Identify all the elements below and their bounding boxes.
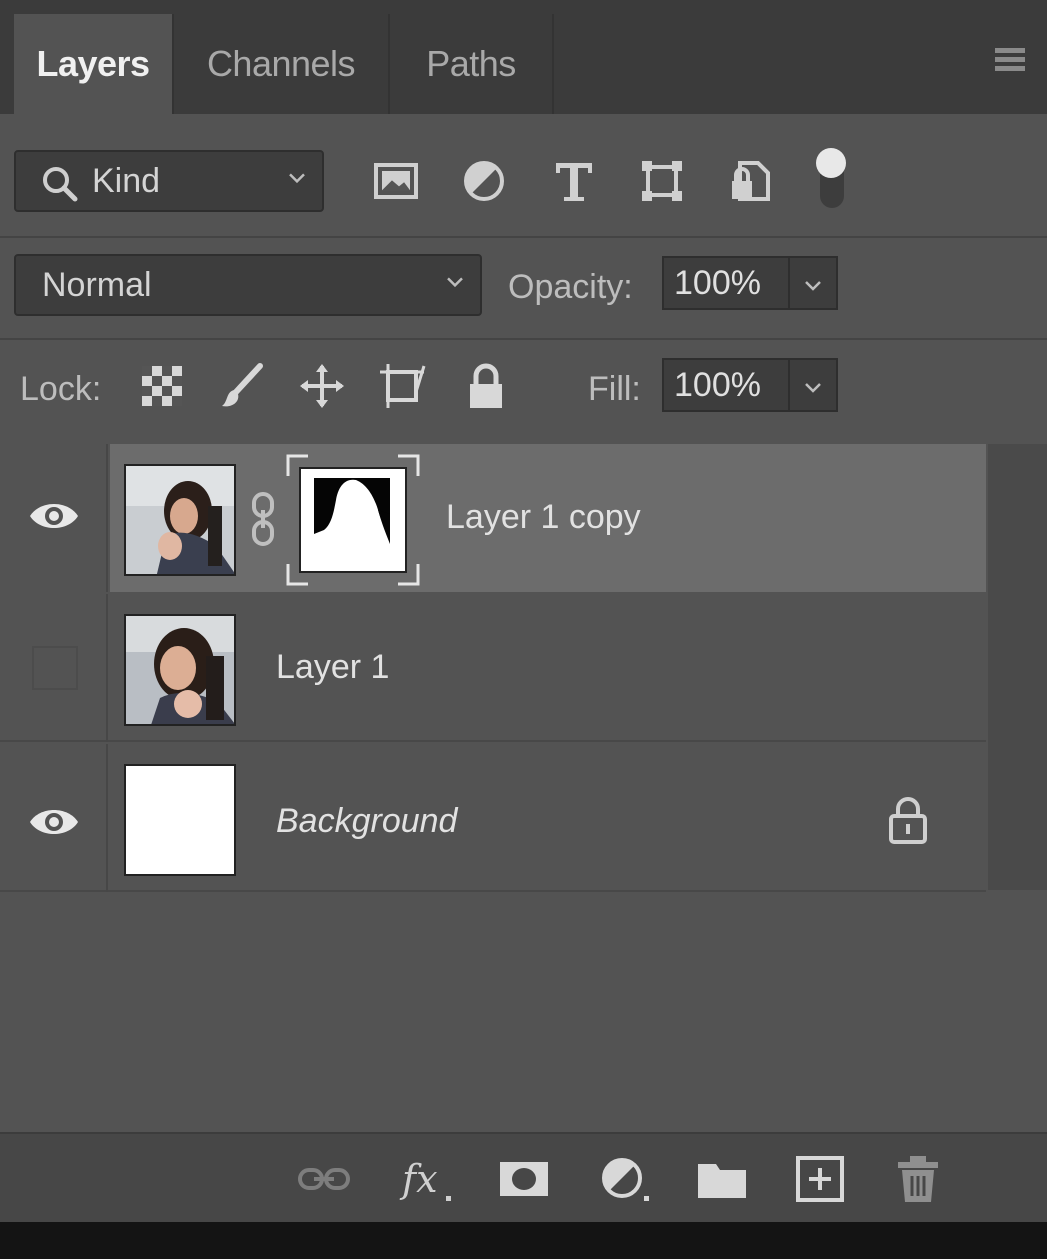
layer-row-body[interactable]: Background <box>110 744 986 892</box>
layer-row-background[interactable]: Background <box>0 744 986 892</box>
layer-thumbnail <box>124 764 236 876</box>
add-mask-icon[interactable] <box>496 1154 552 1204</box>
layers-panel: Layers Channels Paths Kind Normal Opacit… <box>0 0 1047 1222</box>
layer-name[interactable]: Layer 1 <box>276 648 389 687</box>
layer-mask-thumbnail[interactable] <box>286 454 420 586</box>
visibility-toggle[interactable] <box>0 594 108 742</box>
opacity-dropdown-button[interactable] <box>790 256 838 310</box>
fill-label: Fill: <box>588 370 641 408</box>
lock-position-icon[interactable] <box>298 362 346 410</box>
shape-filter-icon[interactable] <box>638 157 686 205</box>
layers-scroll-gutter[interactable] <box>988 444 1047 890</box>
type-filter-icon[interactable] <box>550 157 598 205</box>
layer-name[interactable]: Background <box>276 802 457 841</box>
status-bar <box>0 1222 1047 1259</box>
layer-row-layer-1-copy[interactable]: Layer 1 copy <box>0 444 986 592</box>
new-group-icon[interactable] <box>694 1154 750 1204</box>
lock-image-pixels-icon[interactable] <box>218 362 266 410</box>
new-layer-icon[interactable] <box>792 1154 848 1204</box>
svg-text:fx: fx <box>399 1157 438 1201</box>
visibility-off-box <box>32 646 78 690</box>
fill-dropdown-button[interactable] <box>790 358 838 412</box>
filter-kind-dropdown[interactable]: Kind <box>14 150 324 212</box>
chevron-down-icon <box>805 281 821 291</box>
tab-paths[interactable]: Paths <box>388 14 554 114</box>
eye-icon <box>30 810 78 834</box>
image-filter-icon[interactable] <box>372 157 420 205</box>
divider <box>0 236 1047 238</box>
adjustment-filter-icon[interactable] <box>460 157 508 205</box>
layer-row-body[interactable]: Layer 1 copy <box>110 444 986 592</box>
link-icon[interactable] <box>248 490 278 548</box>
opacity-label: Opacity: <box>508 268 633 306</box>
layer-thumbnail <box>124 464 236 576</box>
fill-input[interactable]: 100% <box>662 358 790 412</box>
lock-icon[interactable] <box>886 796 930 844</box>
search-icon <box>43 167 78 202</box>
lock-all-icon[interactable] <box>462 362 510 410</box>
eye-icon <box>30 504 78 528</box>
lock-artboard-icon[interactable] <box>378 362 426 410</box>
layer-name[interactable]: Layer 1 copy <box>446 498 641 537</box>
smart-object-filter-icon[interactable] <box>726 157 774 205</box>
tab-bar: Layers Channels Paths <box>0 0 1047 114</box>
layer-row-body[interactable]: Layer 1 <box>110 594 986 742</box>
layer-thumbnail <box>124 614 236 726</box>
chevron-down-icon <box>805 383 821 393</box>
panel-menu-icon[interactable] <box>995 48 1025 74</box>
tab-channels[interactable]: Channels <box>172 14 388 114</box>
filter-kind-label: Kind <box>92 161 161 200</box>
filter-toggle-icon[interactable] <box>814 148 848 212</box>
blend-mode-label: Normal <box>42 265 152 304</box>
visibility-toggle[interactable] <box>0 444 108 592</box>
divider <box>0 338 1047 340</box>
chevron-down-icon <box>289 173 305 184</box>
visibility-toggle[interactable] <box>0 744 108 892</box>
lock-transparent-pixels-icon[interactable] <box>138 362 186 410</box>
chevron-down-icon <box>447 277 463 288</box>
tab-layers[interactable]: Layers <box>14 14 172 114</box>
fx-icon[interactable]: fx <box>398 1154 454 1204</box>
opacity-input[interactable]: 100% <box>662 256 790 310</box>
bottom-toolbar: fx <box>0 1132 1047 1222</box>
lock-label: Lock: <box>20 370 102 408</box>
blend-mode-dropdown[interactable]: Normal <box>14 254 482 316</box>
layer-row-layer-1[interactable]: Layer 1 <box>0 594 986 742</box>
adjustment-layer-icon[interactable] <box>596 1154 652 1204</box>
link-layers-icon[interactable] <box>296 1154 352 1204</box>
delete-icon[interactable] <box>890 1154 946 1204</box>
